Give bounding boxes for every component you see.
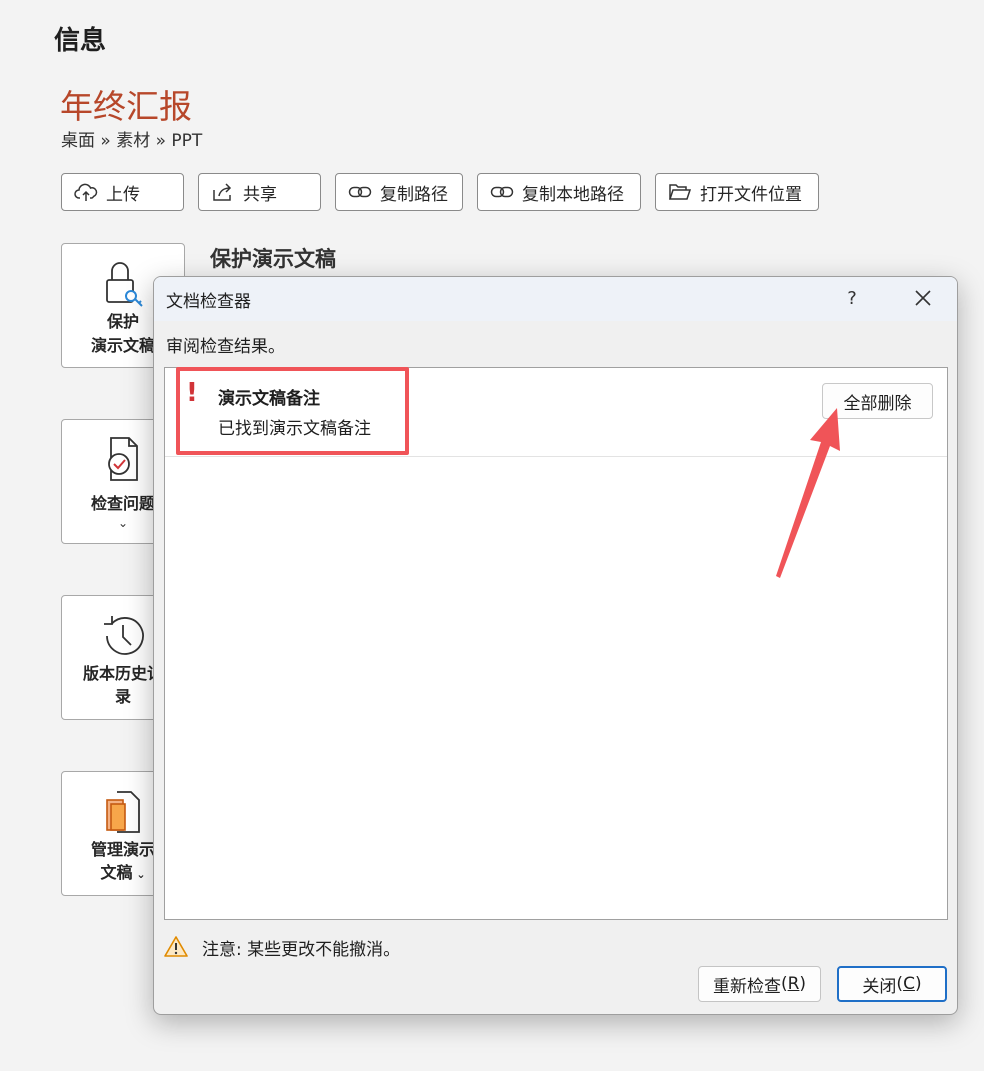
document-title: 年终汇报 xyxy=(60,87,192,126)
share-icon xyxy=(213,183,232,201)
section-title-protect: 保护演示文稿 xyxy=(210,247,336,271)
result-item-presentation-notes: ! 演示文稿备注 已找到演示文稿备注 全部删除 xyxy=(165,367,947,457)
lock-key-icon xyxy=(101,258,145,310)
help-button[interactable]: ? xyxy=(838,283,866,313)
dialog-title: 文档检查器 xyxy=(166,292,251,312)
dialog-instruction: 审阅检查结果。 xyxy=(166,337,285,357)
close-accesskey: C xyxy=(903,974,915,994)
open-file-location-label: 打开文件位置 xyxy=(700,184,802,205)
share-button[interactable]: 共享 xyxy=(198,173,321,211)
copy-path-button[interactable]: 复制路径 xyxy=(335,173,463,211)
copy-local-path-button[interactable]: 复制本地路径 xyxy=(477,173,641,211)
chevron-down-icon: ⌄ xyxy=(132,868,146,881)
upload-button[interactable]: 上传 xyxy=(61,173,184,211)
reinspect-accesskey: R xyxy=(787,974,800,994)
manage-documents-icon xyxy=(101,786,145,838)
warning-note: 注意: 某些更改不能撤消。 xyxy=(202,940,401,960)
folder-open-icon xyxy=(668,184,692,200)
share-label: 共享 xyxy=(243,184,277,205)
upload-label: 上传 xyxy=(106,184,140,205)
annotation-highlight-box xyxy=(176,367,409,455)
close-icon[interactable] xyxy=(906,283,940,313)
reinspect-label: 重新检查 xyxy=(712,976,781,997)
chevron-down-icon: ⌄ xyxy=(117,516,129,530)
breadcrumb: 桌面 » 素材 » PPT xyxy=(61,131,203,151)
dialog-titlebar xyxy=(154,277,957,321)
open-file-location-button[interactable]: 打开文件位置 xyxy=(655,173,819,211)
copy-path-label: 复制路径 xyxy=(380,184,448,205)
cloud-upload-icon xyxy=(74,183,98,201)
close-label: 关闭 xyxy=(862,976,897,997)
page-heading: 信息 xyxy=(54,26,107,56)
link-icon xyxy=(348,186,372,198)
close-button[interactable]: 关闭(C) xyxy=(837,966,947,1002)
reinspect-button[interactable]: 重新检查(R) xyxy=(698,966,821,1002)
document-check-icon xyxy=(101,434,145,486)
warning-triangle-icon xyxy=(164,935,188,961)
inspection-results-list: ! 演示文稿备注 已找到演示文稿备注 全部删除 xyxy=(164,367,948,920)
copy-local-path-label: 复制本地路径 xyxy=(522,184,624,205)
history-clock-icon xyxy=(99,610,147,662)
link-icon xyxy=(490,186,514,198)
remove-all-button[interactable]: 全部删除 xyxy=(822,383,933,419)
document-inspector-dialog: 文档检查器 ? 审阅检查结果。 ! 演示文稿备注 已找到演示文稿备注 全部删除 … xyxy=(153,276,958,1015)
